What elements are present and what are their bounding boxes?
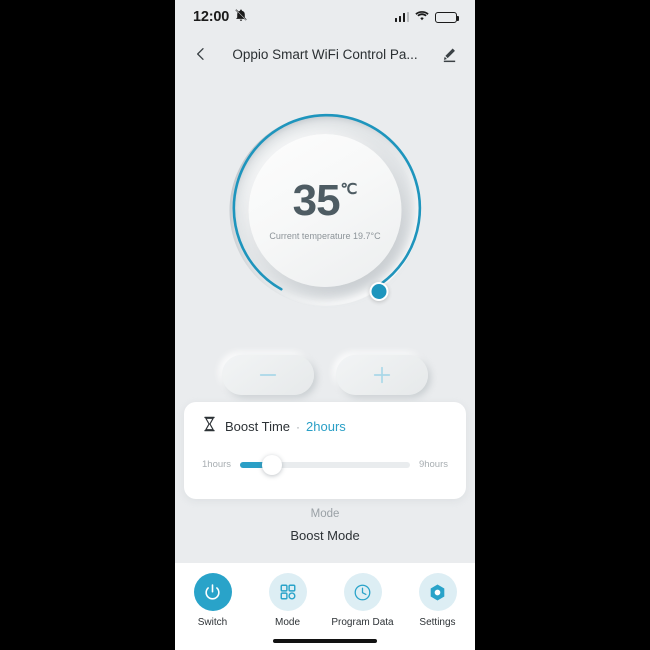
decrease-temperature-button[interactable] (222, 355, 314, 395)
plus-icon (373, 366, 391, 384)
cellular-signal-icon (394, 12, 409, 22)
chevron-left-icon (197, 48, 204, 60)
increase-temperature-button[interactable] (336, 355, 428, 395)
clock-icon-wrap (343, 573, 382, 611)
bottom-navigation: Switch Mode Program Data Settings (175, 563, 475, 650)
page-title: Oppio Smart WiFi Control Pa... (232, 46, 418, 62)
mode-label: Mode (310, 508, 340, 520)
target-temperature: 35 ℃ (292, 175, 358, 225)
wifi-icon (415, 8, 429, 26)
boost-time-slider-row: 1hours 9hours (202, 454, 448, 475)
title-bar: Oppio Smart WiFi Control Pa... (175, 34, 475, 74)
temperature-unit: ℃ (340, 180, 358, 198)
grid-squares-icon (280, 584, 295, 600)
bell-slash-icon (234, 8, 248, 27)
current-temperature-text: Current temperature 19.7°C (269, 231, 381, 242)
dial-center: 35 ℃ Current temperature 19.7°C (248, 134, 402, 287)
status-bar-right (394, 8, 460, 26)
boost-time-header: Boost Time · 2hours (202, 416, 448, 437)
nav-item-switch[interactable]: Switch (180, 573, 246, 628)
nav-item-settings[interactable]: Settings (405, 573, 471, 628)
battery-icon (435, 11, 460, 23)
slider-knob[interactable] (262, 454, 283, 475)
minus-icon (259, 374, 277, 376)
status-time: 12:00 (193, 9, 230, 25)
status-bar-left: 12:00 (193, 8, 248, 27)
nav-item-mode[interactable]: Mode (255, 573, 321, 628)
hexagon-gear-icon-wrap (418, 573, 457, 611)
thermostat-dial[interactable]: 35 ℃ Current temperature 19.7°C (175, 108, 475, 336)
mode-section: Mode Boost Mode (175, 508, 475, 543)
hexagon-gear-icon (430, 584, 445, 600)
back-button[interactable] (190, 43, 212, 65)
boost-time-card: Boost Time · 2hours 1hours 9hours (184, 402, 466, 499)
dial-knob[interactable] (369, 282, 389, 301)
mode-value: Boost Mode (290, 528, 360, 543)
status-bar: 12:00 (175, 0, 475, 34)
boost-time-label: Boost Time (225, 419, 291, 434)
screenshot-stage: 12:00 Oppio Smart WiFi Control Pa... 35 … (0, 0, 650, 650)
power-icon-wrap (193, 573, 232, 611)
nav-item-program-data[interactable]: Program Data (330, 573, 396, 628)
nav-label-mode: Mode (274, 617, 300, 628)
nav-label-switch: Switch (197, 617, 228, 628)
clock-icon (354, 584, 371, 600)
hourglass-icon (202, 416, 217, 437)
pencil-edit-icon (443, 48, 455, 62)
phone-screen: 12:00 Oppio Smart WiFi Control Pa... 35 … (175, 0, 475, 650)
boost-time-separator: · (296, 419, 301, 434)
home-indicator (273, 638, 377, 643)
boost-time-slider[interactable] (240, 454, 410, 475)
power-icon (205, 583, 220, 600)
nav-label-settings: Settings (419, 617, 456, 628)
slider-min-label: 1hours (202, 459, 232, 470)
grid-squares-icon-wrap (268, 573, 307, 611)
slider-max-label: 9hours (418, 459, 448, 470)
target-temperature-value: 35 (292, 175, 341, 225)
temperature-adjust-row (175, 355, 475, 397)
edit-button[interactable] (438, 43, 460, 65)
nav-label-program-data: Program Data (331, 617, 394, 628)
boost-time-value[interactable]: 2hours (306, 419, 346, 434)
